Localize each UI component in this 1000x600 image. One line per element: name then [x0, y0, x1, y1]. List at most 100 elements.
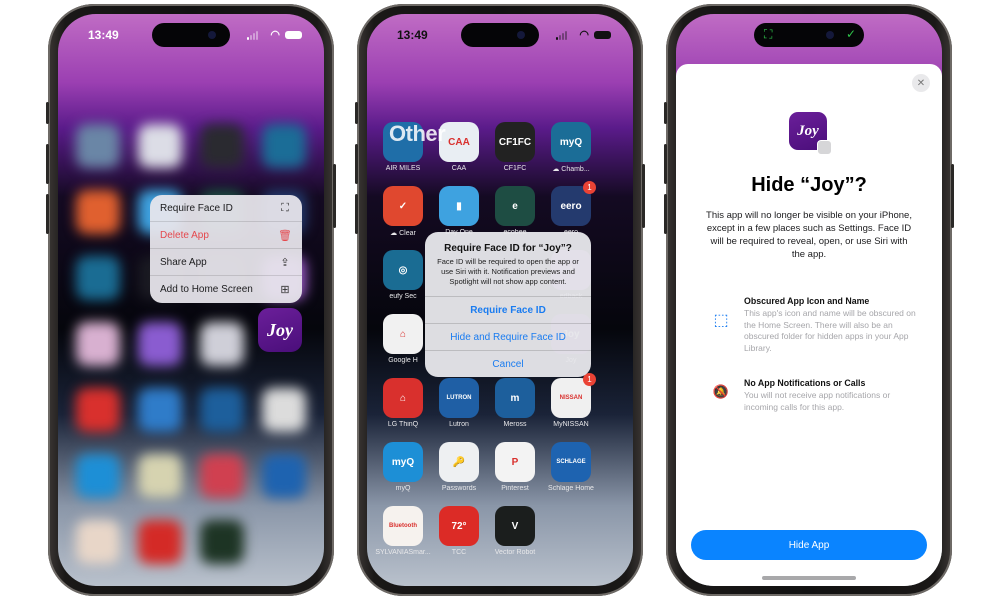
app-tile: ⌂ [383, 314, 423, 354]
menu-item-require-face-id[interactable]: Require Face ID ⛶ [150, 195, 302, 222]
trash-icon: 🗑 [278, 229, 292, 242]
app-label: MyNISSAN [553, 421, 589, 428]
app-tile: P [495, 442, 535, 482]
app-icon[interactable]: myQ myQ [375, 442, 431, 492]
sheet-description: This app will no longer be visible on yo… [706, 210, 912, 260]
app-label: myQ [395, 485, 411, 492]
app-icon[interactable]: SCHLAGE Schlage Home [543, 442, 599, 492]
app-icon[interactable]: Bluetooth SYLVANIASmar... [375, 506, 431, 556]
cancel-button[interactable]: Cancel [425, 350, 591, 377]
dynamic-island: ⛶ ✓ [754, 23, 864, 47]
app-icon[interactable]: 🔑 Passwords [431, 442, 487, 492]
app-icon[interactable]: LUTRON Lutron [431, 378, 487, 428]
wifi-icon: ◠ [579, 29, 589, 41]
menu-item-delete-app[interactable]: Delete App 🗑 [150, 222, 302, 249]
app-icon[interactable]: ◎ eufy Sec [375, 250, 431, 300]
face-id-alert: Require Face ID for “Joy”? Face ID will … [425, 232, 591, 377]
phone-frame-2: AIR MILES CAA CAA CF1FC CF1FC myQ ☁ Chamb... ✓ ☁… [355, 4, 645, 596]
clock: 13:49 [397, 28, 428, 42]
dashed-square-icon: ⬚ [713, 312, 729, 329]
app-icon[interactable]: V Vector Robot [487, 506, 543, 556]
app-label: Lutron [449, 421, 469, 428]
app-tile: m [495, 378, 535, 418]
notification-badge: 1 [583, 181, 596, 194]
menu-item-add-to-home-screen[interactable]: Add to Home Screen ⊞ [150, 276, 302, 303]
signal-icon [556, 31, 567, 40]
app-label: CAA [451, 165, 467, 172]
close-icon: ✕ [916, 77, 926, 89]
app-label: TCC [451, 549, 467, 556]
app-icon[interactable]: ⌂ Google H [375, 314, 431, 364]
app-icon[interactable]: 72° TCC [431, 506, 487, 556]
app-tile: eero 1 [551, 181, 596, 226]
app-label: eufy Sec [389, 293, 417, 300]
context-menu: Require Face ID ⛶ Delete App 🗑 Share App ⇪ … [150, 195, 302, 303]
sheet-title: Hide “Joy”? [751, 174, 867, 196]
battery-icon [594, 31, 611, 39]
close-button[interactable]: ✕ [912, 74, 930, 92]
hide-app-sheet: ✕ Joy Hide “Joy”? This app will no longe… [676, 64, 942, 586]
phone-frame-3: ⛶ ✓ ✕ Joy Hide “Joy”? This app will no l… [664, 4, 954, 596]
app-label: CF1FC [503, 165, 527, 172]
clock: 13:49 [88, 28, 119, 42]
app-icon[interactable]: ⌂ LG ThinQ [375, 378, 431, 428]
app-tile: Bluetooth [383, 506, 423, 546]
home-screen: 13:49 ◠ Require Face ID ⛶ Delete App 🗑 Sha… [58, 14, 324, 586]
share-icon: ⇪ [280, 256, 290, 269]
app-tile: 72° [439, 506, 479, 546]
app-label: Meross [503, 421, 527, 428]
hide-app-screen: ⛶ ✓ ✕ Joy Hide “Joy”? This app will no l… [676, 14, 942, 586]
joy-app-icon[interactable]: Joy [258, 308, 302, 352]
app-tile: 🔑 [439, 442, 479, 482]
hide-app-button[interactable]: Hide App [691, 530, 927, 560]
app-label: Google H [388, 357, 418, 364]
status-bar: 13:49 ◠ [58, 26, 324, 44]
home-indicator [762, 576, 856, 580]
app-tile: myQ [551, 122, 591, 162]
app-icon[interactable]: P Pinterest [487, 442, 543, 492]
bell-slash-icon: 🔕 [712, 384, 730, 399]
phone-frame-1: 13:49 ◠ Require Face ID ⛶ Delete App 🗑 Sha… [46, 4, 336, 596]
signal-icon [247, 31, 258, 40]
feature-no-notifications: 🔕 No App Notifications or Calls You will … [710, 378, 916, 413]
app-icon[interactable]: eecobee [487, 186, 543, 236]
app-icon[interactable]: NISSAN 1 MyNISSAN [543, 373, 599, 428]
alert-title: Require Face ID for “Joy”? [444, 243, 572, 254]
app-tile: ⌂ [383, 378, 423, 418]
app-label: AIR MILES [385, 165, 421, 172]
app-icon[interactable]: eero1eero [543, 181, 599, 236]
app-icon[interactable]: CF1FC CF1FC [487, 122, 543, 172]
app-icon[interactable]: ✓ ☁ Clear [375, 186, 431, 237]
alert-message: Face ID will be required to open the app… [437, 257, 579, 286]
app-label: ☁ Chamb... [552, 166, 590, 173]
wifi-icon: ◠ [270, 29, 280, 41]
face-id-scan-icon: ⛶ [764, 27, 773, 41]
app-tile: ✓ [383, 186, 423, 226]
app-label: Vector Robot [494, 549, 536, 556]
app-tile: NISSAN 1 [551, 373, 596, 418]
app-label: Schlage Home [548, 485, 594, 492]
app-tile: SCHLAGE [551, 442, 591, 482]
app-label: LG ThinQ [387, 421, 419, 428]
app-tile: CF1FC [495, 122, 535, 162]
app-icon[interactable]: myQ ☁ Chamb... [543, 122, 599, 173]
app-tile: V [495, 506, 535, 546]
app-tile: LUTRON [439, 378, 479, 418]
app-tile: ▮ [439, 186, 479, 226]
app-icon[interactable]: ▮Day One [431, 186, 487, 236]
checkmark-icon: ✓ [845, 27, 856, 41]
app-tile: ◎ [383, 250, 423, 290]
app-icon[interactable]: m Meross [487, 378, 543, 428]
feature-obscured-icon: ⬚ Obscured App Icon and Name This app's i… [710, 296, 916, 354]
require-face-id-button[interactable]: Require Face ID [425, 296, 591, 323]
app-label: Passwords [441, 485, 477, 492]
battery-icon [285, 31, 302, 39]
hidden-badge-icon [817, 140, 832, 155]
folder-screen: AIR MILES CAA CAA CF1FC CF1FC myQ ☁ Chamb... ✓ ☁… [367, 14, 633, 586]
hide-and-require-face-id-button[interactable]: Hide and Require Face ID [425, 323, 591, 350]
app-label: ☁ Clear [390, 230, 416, 237]
menu-item-share-app[interactable]: Share App ⇪ [150, 249, 302, 276]
app-label: Pinterest [501, 485, 529, 492]
app-tile: myQ [383, 442, 423, 482]
face-id-icon: ⛶ [281, 201, 289, 214]
